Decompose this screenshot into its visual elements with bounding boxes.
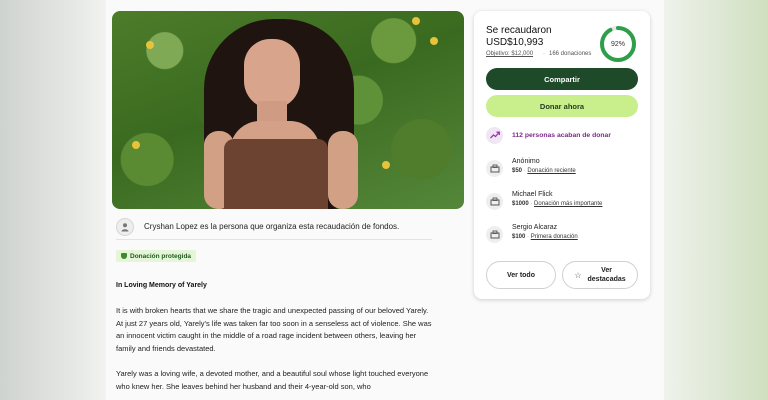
see-all-button[interactable]: Ver todo: [486, 261, 556, 289]
story-title: In Loving Memory of Yarely: [116, 282, 207, 289]
story: In Loving Memory of Yarely It is with br…: [116, 282, 434, 400]
organizer-row: Cryshan Lopez es la persona que organiza…: [116, 214, 432, 240]
donation-card: Se recaudaron USD$10,993 Objetivo: $12,0…: [474, 11, 650, 299]
donor-item: Anónimo $50 · Donación reciente: [486, 156, 638, 182]
goal-link[interactable]: Objetivo: $12,000: [486, 51, 533, 57]
donor-name: Anónimo: [512, 158, 540, 165]
donor-amount: $1000: [512, 201, 529, 207]
sparkle-icon: ☆: [574, 270, 582, 280]
raised-amount: USD$10,993: [486, 37, 544, 48]
organizer-text: Cryshan Lopez es la persona que organiza…: [144, 222, 400, 231]
trending-up-icon: [486, 126, 503, 144]
donations-count: 166 donaciones: [549, 51, 592, 57]
donor-name: Michael Flick: [512, 191, 553, 198]
donation-box-icon: [486, 226, 503, 243]
recent-donations-row[interactable]: 112 personas acaban de donar: [486, 126, 638, 144]
background-right: [650, 0, 768, 400]
donation-box-icon: [486, 193, 503, 210]
see-top-button[interactable]: ☆ Ver destacadas: [562, 261, 638, 289]
donor-item: Sergio Alcaraz $100 · Primera donación: [486, 222, 638, 248]
recent-donations-text: 112 personas acaban de donar: [512, 131, 611, 139]
story-paragraph: Yarely was a loving wife, a devoted moth…: [116, 369, 429, 391]
donation-box-icon: [486, 160, 503, 177]
donor-tag[interactable]: Primera donación: [531, 234, 578, 240]
donor-tag[interactable]: Donación reciente: [527, 168, 575, 174]
donor-amount: $100: [512, 234, 526, 240]
donor-amount: $50: [512, 168, 523, 174]
person-icon: [116, 217, 134, 236]
donor-name: Sergio Alcaraz: [512, 224, 558, 231]
progress-percent: 92%: [610, 40, 625, 48]
donor-item: Michael Flick $1000 · Donación más impor…: [486, 189, 638, 215]
donor-separator: ·: [530, 201, 533, 207]
protected-label: Donación protegida: [130, 252, 192, 260]
donor-tag[interactable]: Donación más importante: [534, 201, 602, 207]
donor-separator: ·: [523, 168, 526, 174]
background-left: [0, 0, 106, 400]
protected-badge: Donación protegida: [116, 250, 197, 262]
donor-separator: ·: [527, 234, 530, 240]
donate-button[interactable]: Donar ahora: [486, 95, 638, 117]
fundraiser-page: Cryshan Lopez es la persona que organiza…: [106, 0, 664, 400]
goal-separator: ·: [543, 51, 545, 57]
shield-icon: [121, 253, 127, 259]
see-top-label-1: Ver: [601, 267, 613, 274]
see-top-label-2: destacadas: [587, 276, 626, 283]
campaign-photo: [112, 11, 464, 209]
story-paragraph: It is with broken hearts that we share t…: [116, 306, 432, 353]
share-button[interactable]: Compartir: [486, 68, 638, 90]
raised-label: Se recaudaron: [486, 25, 552, 36]
